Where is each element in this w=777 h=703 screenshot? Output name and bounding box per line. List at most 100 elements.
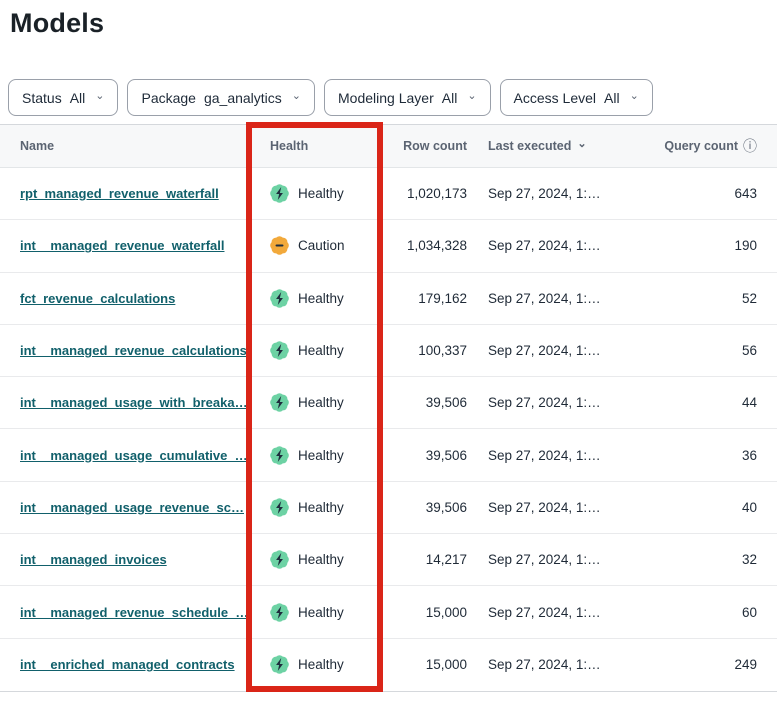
health-status-label: Healthy bbox=[298, 395, 344, 410]
header-health: Health bbox=[247, 139, 381, 153]
table-header: Name Health Row count Last executed ⌄ Qu… bbox=[0, 125, 777, 168]
table-row: int__managed_revenue_schedule_… Healthy bbox=[0, 586, 777, 638]
header-last-executed[interactable]: Last executed ⌄ bbox=[467, 139, 637, 153]
model-name-link[interactable]: fct_revenue_calculations bbox=[20, 291, 175, 306]
chevron-down-icon: ⌄ bbox=[95, 91, 104, 102]
model-name-link[interactable]: int__managed_revenue_schedule_… bbox=[20, 605, 247, 620]
query-count-value: 52 bbox=[637, 291, 777, 306]
chevron-down-icon: ⌄ bbox=[630, 91, 639, 102]
filter-value: All bbox=[442, 90, 458, 106]
filter-value: ga_analytics bbox=[204, 90, 282, 106]
model-name-link[interactable]: int__managed_revenue_waterfall bbox=[20, 238, 224, 253]
row-count-value: 15,000 bbox=[381, 605, 467, 620]
table-row: fct_revenue_calculations Healthy 1 bbox=[0, 273, 777, 325]
last-executed-value: Sep 27, 2024, 1:… bbox=[467, 395, 637, 410]
last-executed-value: Sep 27, 2024, 1:… bbox=[467, 238, 637, 253]
filter-value: All bbox=[604, 90, 620, 106]
last-executed-value: Sep 27, 2024, 1:… bbox=[467, 552, 637, 567]
filter-value: All bbox=[70, 90, 86, 106]
query-count-value: 32 bbox=[637, 552, 777, 567]
query-count-value: 44 bbox=[637, 395, 777, 410]
row-count-value: 39,506 bbox=[381, 500, 467, 515]
model-name-link[interactable]: int__managed_usage_revenue_sc… bbox=[20, 500, 244, 515]
health-status-label: Healthy bbox=[298, 657, 344, 672]
health-status-label: Healthy bbox=[298, 552, 344, 567]
table-row: int__managed_usage_revenue_sc… Healthy bbox=[0, 482, 777, 534]
model-name-link[interactable]: int__managed_revenue_calculations bbox=[20, 343, 247, 358]
last-executed-value: Sep 27, 2024, 1:… bbox=[467, 657, 637, 672]
filter-bar: Status All ⌄ Package ga_analytics ⌄ Mode… bbox=[8, 79, 777, 116]
health-status-icon bbox=[270, 550, 289, 569]
row-count-value: 15,000 bbox=[381, 657, 467, 672]
health-status-icon bbox=[270, 184, 289, 203]
last-executed-value: Sep 27, 2024, 1:… bbox=[467, 186, 637, 201]
filter-access-level[interactable]: Access Level All ⌄ bbox=[500, 79, 653, 116]
table-row: rpt_managed_revenue_waterfall Healthy bbox=[0, 168, 777, 220]
row-count-value: 39,506 bbox=[381, 448, 467, 463]
model-name-link[interactable]: int__managed_usage_cumulative_… bbox=[20, 448, 247, 463]
last-executed-value: Sep 27, 2024, 1:… bbox=[467, 605, 637, 620]
row-count-value: 14,217 bbox=[381, 552, 467, 567]
model-name-link[interactable]: rpt_managed_revenue_waterfall bbox=[20, 186, 219, 201]
health-status-label: Caution bbox=[298, 238, 345, 253]
row-count-value: 179,162 bbox=[381, 291, 467, 306]
chevron-down-icon: ⌄ bbox=[577, 139, 586, 150]
filter-label: Access Level bbox=[514, 90, 596, 106]
health-status-icon bbox=[270, 341, 289, 360]
health-status-label: Healthy bbox=[298, 448, 344, 463]
row-count-value: 1,020,173 bbox=[381, 186, 467, 201]
row-count-value: 1,034,328 bbox=[381, 238, 467, 253]
info-circle-icon[interactable]: ⓘ bbox=[743, 139, 757, 153]
models-table: Name Health Row count Last executed ⌄ Qu… bbox=[0, 124, 777, 692]
model-name-link[interactable]: int__managed_usage_with_breaka… bbox=[20, 395, 247, 410]
row-count-value: 39,506 bbox=[381, 395, 467, 410]
header-query-count-label: Query count bbox=[664, 139, 738, 153]
filter-status[interactable]: Status All ⌄ bbox=[8, 79, 118, 116]
query-count-value: 40 bbox=[637, 500, 777, 515]
filter-modeling-layer[interactable]: Modeling Layer All ⌄ bbox=[324, 79, 491, 116]
query-count-value: 190 bbox=[637, 238, 777, 253]
health-status-label: Healthy bbox=[298, 500, 344, 515]
chevron-down-icon: ⌄ bbox=[467, 91, 476, 102]
health-status-icon bbox=[270, 393, 289, 412]
health-status-label: Healthy bbox=[298, 605, 344, 620]
filter-label: Modeling Layer bbox=[338, 90, 434, 106]
health-status-icon bbox=[270, 655, 289, 674]
last-executed-value: Sep 27, 2024, 1:… bbox=[467, 500, 637, 515]
table-row: int__enriched_managed_contracts Healthy bbox=[0, 639, 777, 691]
query-count-value: 56 bbox=[637, 343, 777, 358]
last-executed-value: Sep 27, 2024, 1:… bbox=[467, 291, 637, 306]
health-status-icon bbox=[270, 236, 289, 255]
header-query-count: Query count ⓘ bbox=[637, 139, 777, 153]
filter-label: Package bbox=[141, 90, 195, 106]
health-status-label: Healthy bbox=[298, 343, 344, 358]
health-status-icon bbox=[270, 446, 289, 465]
health-status-icon bbox=[270, 603, 289, 622]
table-row: int__managed_revenue_waterfall Caution bbox=[0, 220, 777, 272]
query-count-value: 643 bbox=[637, 186, 777, 201]
query-count-value: 249 bbox=[637, 657, 777, 672]
last-executed-value: Sep 27, 2024, 1:… bbox=[467, 448, 637, 463]
row-count-value: 100,337 bbox=[381, 343, 467, 358]
health-status-label: Healthy bbox=[298, 291, 344, 306]
page-title: Models bbox=[10, 8, 777, 39]
header-last-executed-label: Last executed bbox=[488, 139, 571, 153]
table-row: int__managed_usage_cumulative_… Healthy bbox=[0, 429, 777, 481]
filter-label: Status bbox=[22, 90, 62, 106]
table-row: int__managed_invoices Healthy 14,2 bbox=[0, 534, 777, 586]
last-executed-value: Sep 27, 2024, 1:… bbox=[467, 343, 637, 358]
header-name: Name bbox=[0, 139, 247, 153]
query-count-value: 36 bbox=[637, 448, 777, 463]
health-status-icon bbox=[270, 498, 289, 517]
models-page: Models Status All ⌄ Package ga_analytics… bbox=[0, 0, 777, 703]
table-body: rpt_managed_revenue_waterfall Healthy bbox=[0, 168, 777, 691]
table-row: int__managed_usage_with_breaka… Healthy bbox=[0, 377, 777, 429]
query-count-value: 60 bbox=[637, 605, 777, 620]
health-status-icon bbox=[270, 289, 289, 308]
model-name-link[interactable]: int__enriched_managed_contracts bbox=[20, 657, 235, 672]
chevron-down-icon: ⌄ bbox=[292, 91, 301, 102]
model-name-link[interactable]: int__managed_invoices bbox=[20, 552, 167, 567]
header-row-count: Row count bbox=[381, 139, 467, 153]
filter-package[interactable]: Package ga_analytics ⌄ bbox=[127, 79, 315, 116]
table-row: int__managed_revenue_calculations Health… bbox=[0, 325, 777, 377]
